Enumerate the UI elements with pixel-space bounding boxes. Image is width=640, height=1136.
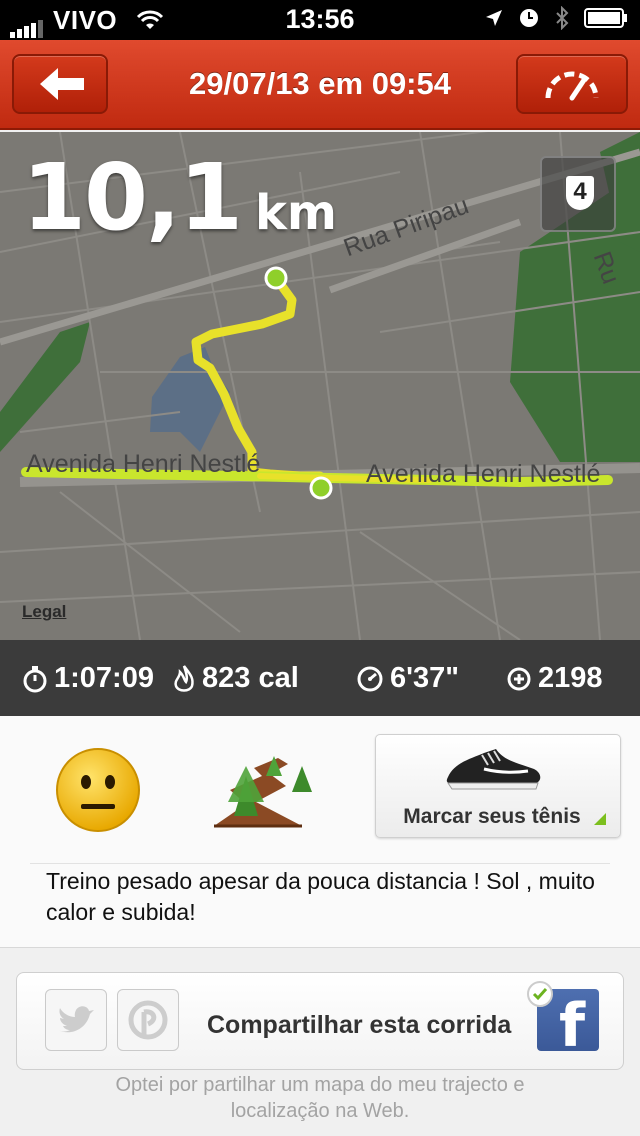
run-details: Marcar seus tênis Treino pesado apesar d…	[0, 716, 640, 948]
distance-unit: km	[255, 185, 337, 241]
share-footer-text: Optei por partilhar um mapa do meu traje…	[115, 1074, 525, 1122]
speedometer-button[interactable]	[516, 54, 628, 114]
route-map[interactable]: Rua Piripau Avenida Henri Nestlé Avenida…	[0, 132, 640, 640]
distance-value: 10,1	[22, 144, 243, 251]
pace-gauge-icon	[357, 666, 383, 691]
share-label: Compartilhar esta corrida	[207, 1011, 512, 1039]
speedometer-icon	[545, 71, 599, 101]
street-label: Avenida Henri Nestlé	[26, 450, 261, 478]
share-panel: Compartilhar esta corrida f	[16, 972, 624, 1070]
nav-header: 29/07/13 em 09:54	[0, 40, 640, 130]
fuel-value: 2198	[538, 662, 603, 694]
pinterest-share-button[interactable]	[117, 989, 179, 1051]
pace-value: 6'37"	[390, 662, 460, 694]
distance-display: 10,1 km	[22, 144, 337, 251]
twitter-icon	[58, 1006, 94, 1033]
status-bar: VIVO 13:56	[0, 0, 640, 40]
shoe-icon	[446, 749, 541, 790]
calories-stat: 823 cal	[172, 662, 299, 695]
bluetooth-icon	[554, 5, 570, 35]
battery-icon	[584, 8, 628, 33]
fuel-stat: 2198	[506, 662, 603, 695]
legal-link[interactable]: Legal	[22, 602, 66, 622]
pace-stat: 6'37"	[356, 662, 459, 695]
stopwatch-icon	[23, 665, 47, 692]
run-note[interactable]: Treino pesado apesar da pouca distancia …	[46, 866, 606, 928]
clock-icon	[518, 7, 540, 34]
stats-bar: 1:07:09 823 cal 6'37" 2198	[0, 640, 640, 716]
badge-shield-icon: 4	[566, 176, 594, 210]
flame-icon	[174, 664, 194, 692]
facebook-icon: f	[559, 991, 586, 1051]
corner-triangle-icon	[594, 813, 606, 825]
location-arrow-icon	[484, 8, 504, 33]
calories-value: 823 cal	[202, 662, 299, 694]
run-badge[interactable]: 4	[540, 156, 616, 232]
divider	[30, 863, 610, 864]
nikefuel-icon	[507, 667, 531, 690]
duration-stat: 1:07:09	[22, 662, 154, 695]
neutral-face-icon[interactable]	[54, 746, 142, 839]
checkmark-icon	[527, 981, 553, 1007]
trail-icon[interactable]	[206, 746, 322, 835]
pinterest-icon	[128, 1000, 168, 1040]
tag-shoes-button[interactable]: Marcar seus tênis	[375, 734, 621, 838]
street-label: Avenida Henri Nestlé	[366, 460, 601, 488]
status-icons	[484, 5, 628, 35]
tag-shoes-label: Marcar seus tênis	[403, 805, 581, 828]
duration-value: 1:07:09	[54, 662, 154, 694]
twitter-share-button[interactable]	[45, 989, 107, 1051]
share-footer-note: Optei por partilhar um mapa do meu traje…	[0, 1072, 640, 1124]
